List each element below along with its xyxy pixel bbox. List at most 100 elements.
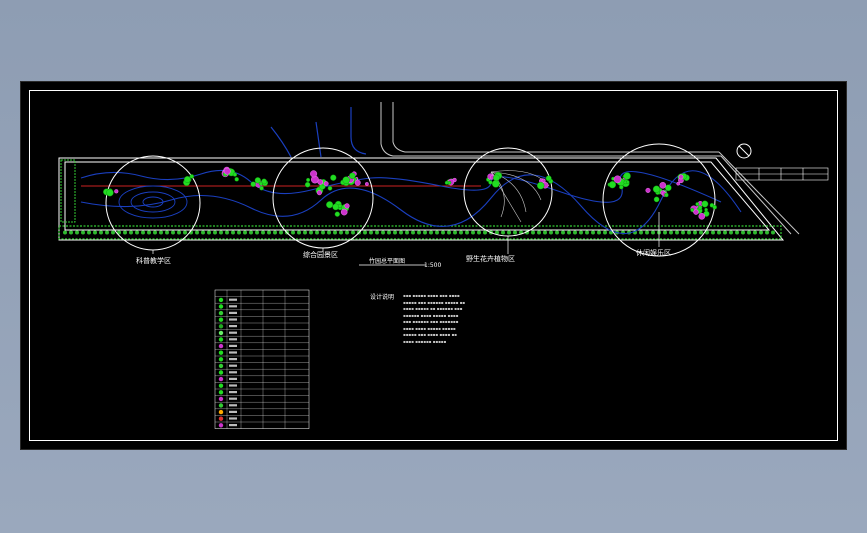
legend-symbol bbox=[218, 324, 224, 329]
legend-symbol bbox=[218, 363, 224, 369]
legend-text-mark bbox=[229, 417, 237, 420]
hedge-shrub bbox=[477, 230, 481, 235]
tree-symbol bbox=[488, 180, 493, 185]
legend-text-mark bbox=[229, 298, 237, 301]
hedge-shrub bbox=[483, 230, 487, 235]
legend-text-mark bbox=[229, 397, 237, 400]
legend-symbol bbox=[218, 370, 224, 375]
tree-symbol bbox=[183, 176, 191, 183]
legend-symbol bbox=[218, 409, 224, 415]
legend-text-mark bbox=[229, 364, 237, 367]
hedge-shrub bbox=[69, 230, 73, 235]
tree-symbol bbox=[712, 204, 717, 210]
legend-symbol bbox=[218, 423, 224, 428]
hedge-shrub bbox=[663, 230, 667, 235]
hedge-shrub bbox=[441, 230, 445, 235]
hedge-shrub bbox=[699, 230, 703, 235]
tree-symbol bbox=[695, 202, 700, 207]
hedge-shrub bbox=[543, 230, 547, 235]
hedge-shrub bbox=[681, 230, 685, 235]
hedge-shrub bbox=[105, 230, 109, 235]
flower-symbol bbox=[316, 190, 322, 196]
hedge-shrub bbox=[87, 230, 91, 235]
flower-symbol bbox=[344, 203, 350, 209]
hedge-shrub bbox=[213, 230, 217, 235]
title-block bbox=[735, 167, 829, 181]
flower-symbol bbox=[659, 182, 667, 189]
drawing-sheet: 科普教学区 综合园景区 野生花卉植物区 休闲娱乐区 竹园总平面图 1:500 设… bbox=[20, 81, 847, 450]
hedge-shrub bbox=[651, 230, 655, 235]
hedge-shrub bbox=[711, 230, 715, 235]
hedge-shrub bbox=[255, 230, 259, 235]
legend-symbol bbox=[218, 304, 224, 309]
legend-text-mark bbox=[229, 351, 237, 354]
hedge-shrub bbox=[135, 230, 139, 235]
plant-legend-table bbox=[214, 289, 310, 429]
tree-symbol bbox=[250, 181, 256, 187]
hedge-shrub bbox=[729, 230, 733, 235]
design-notes-heading: 设计说明 bbox=[370, 294, 395, 301]
legend-text-mark bbox=[229, 410, 237, 413]
hedge-shrub bbox=[465, 230, 469, 235]
hedge-shrub bbox=[399, 230, 403, 235]
zone-label-leisure: 休闲娱乐区 bbox=[636, 249, 671, 257]
legend-text-mark bbox=[229, 391, 237, 394]
hedge-shrub bbox=[417, 230, 421, 235]
hedge-shrub bbox=[351, 230, 355, 235]
hedge-shrub bbox=[471, 230, 475, 235]
hedge-shrub bbox=[411, 230, 415, 235]
hedge-shrub bbox=[747, 230, 751, 235]
hedge-shrub bbox=[561, 230, 565, 235]
hedge-shrub bbox=[165, 230, 169, 235]
tree-symbol bbox=[349, 172, 356, 180]
hedge-shrub bbox=[603, 230, 607, 235]
hedge-shrub bbox=[693, 230, 697, 235]
tree-symbol bbox=[232, 172, 237, 177]
hedge-shrub bbox=[759, 230, 763, 235]
hedge-shrub bbox=[159, 230, 163, 235]
hedge-shrub bbox=[111, 230, 115, 235]
plan-scale: 1:500 bbox=[424, 262, 442, 269]
hedge-shrub bbox=[75, 230, 79, 235]
hedge-shrub bbox=[579, 230, 583, 235]
hedge-shrub bbox=[81, 230, 85, 235]
tree-symbol bbox=[623, 180, 628, 185]
tree-symbol bbox=[304, 181, 311, 188]
hedge-shrub bbox=[147, 230, 151, 235]
hedge-shrub bbox=[453, 230, 457, 235]
hedge-shrub bbox=[267, 230, 271, 235]
hedge-shrub bbox=[741, 230, 745, 235]
hedge-shrub bbox=[507, 230, 511, 235]
legend-symbol bbox=[218, 317, 224, 322]
hedge-shrub bbox=[429, 230, 433, 235]
tree-symbol bbox=[623, 172, 631, 180]
legend-text-mark bbox=[229, 331, 237, 334]
hedge-shrub bbox=[723, 230, 727, 235]
legend-text-mark bbox=[229, 404, 237, 407]
hedge-shrub bbox=[345, 230, 349, 235]
hedge-shrub bbox=[381, 230, 385, 235]
flower-symbol bbox=[323, 181, 329, 187]
hedge-shrub bbox=[171, 230, 175, 235]
hedge-shrub bbox=[771, 230, 775, 235]
hedge-shrub bbox=[363, 230, 367, 235]
hedge-shrub bbox=[735, 230, 739, 235]
legend-text-mark bbox=[229, 371, 237, 374]
hedge-shrub bbox=[765, 230, 769, 235]
hedge-shrub bbox=[195, 230, 199, 235]
hedge-shrub bbox=[93, 230, 97, 235]
tree-symbol bbox=[106, 188, 114, 197]
flower-symbol bbox=[340, 208, 348, 216]
hedge-shrub bbox=[513, 230, 517, 235]
hedge-shrub bbox=[597, 230, 601, 235]
hedge-shrub bbox=[99, 230, 103, 235]
tree-symbol bbox=[701, 200, 709, 208]
legend-symbol bbox=[218, 403, 224, 408]
tree-symbol bbox=[665, 184, 672, 192]
tree-symbol bbox=[545, 175, 552, 182]
hedge-shrub bbox=[177, 230, 181, 235]
hedge-shrub bbox=[153, 230, 157, 235]
hedge-shrub bbox=[459, 230, 463, 235]
tree-symbol bbox=[332, 203, 340, 211]
hedge-dots bbox=[63, 230, 775, 235]
